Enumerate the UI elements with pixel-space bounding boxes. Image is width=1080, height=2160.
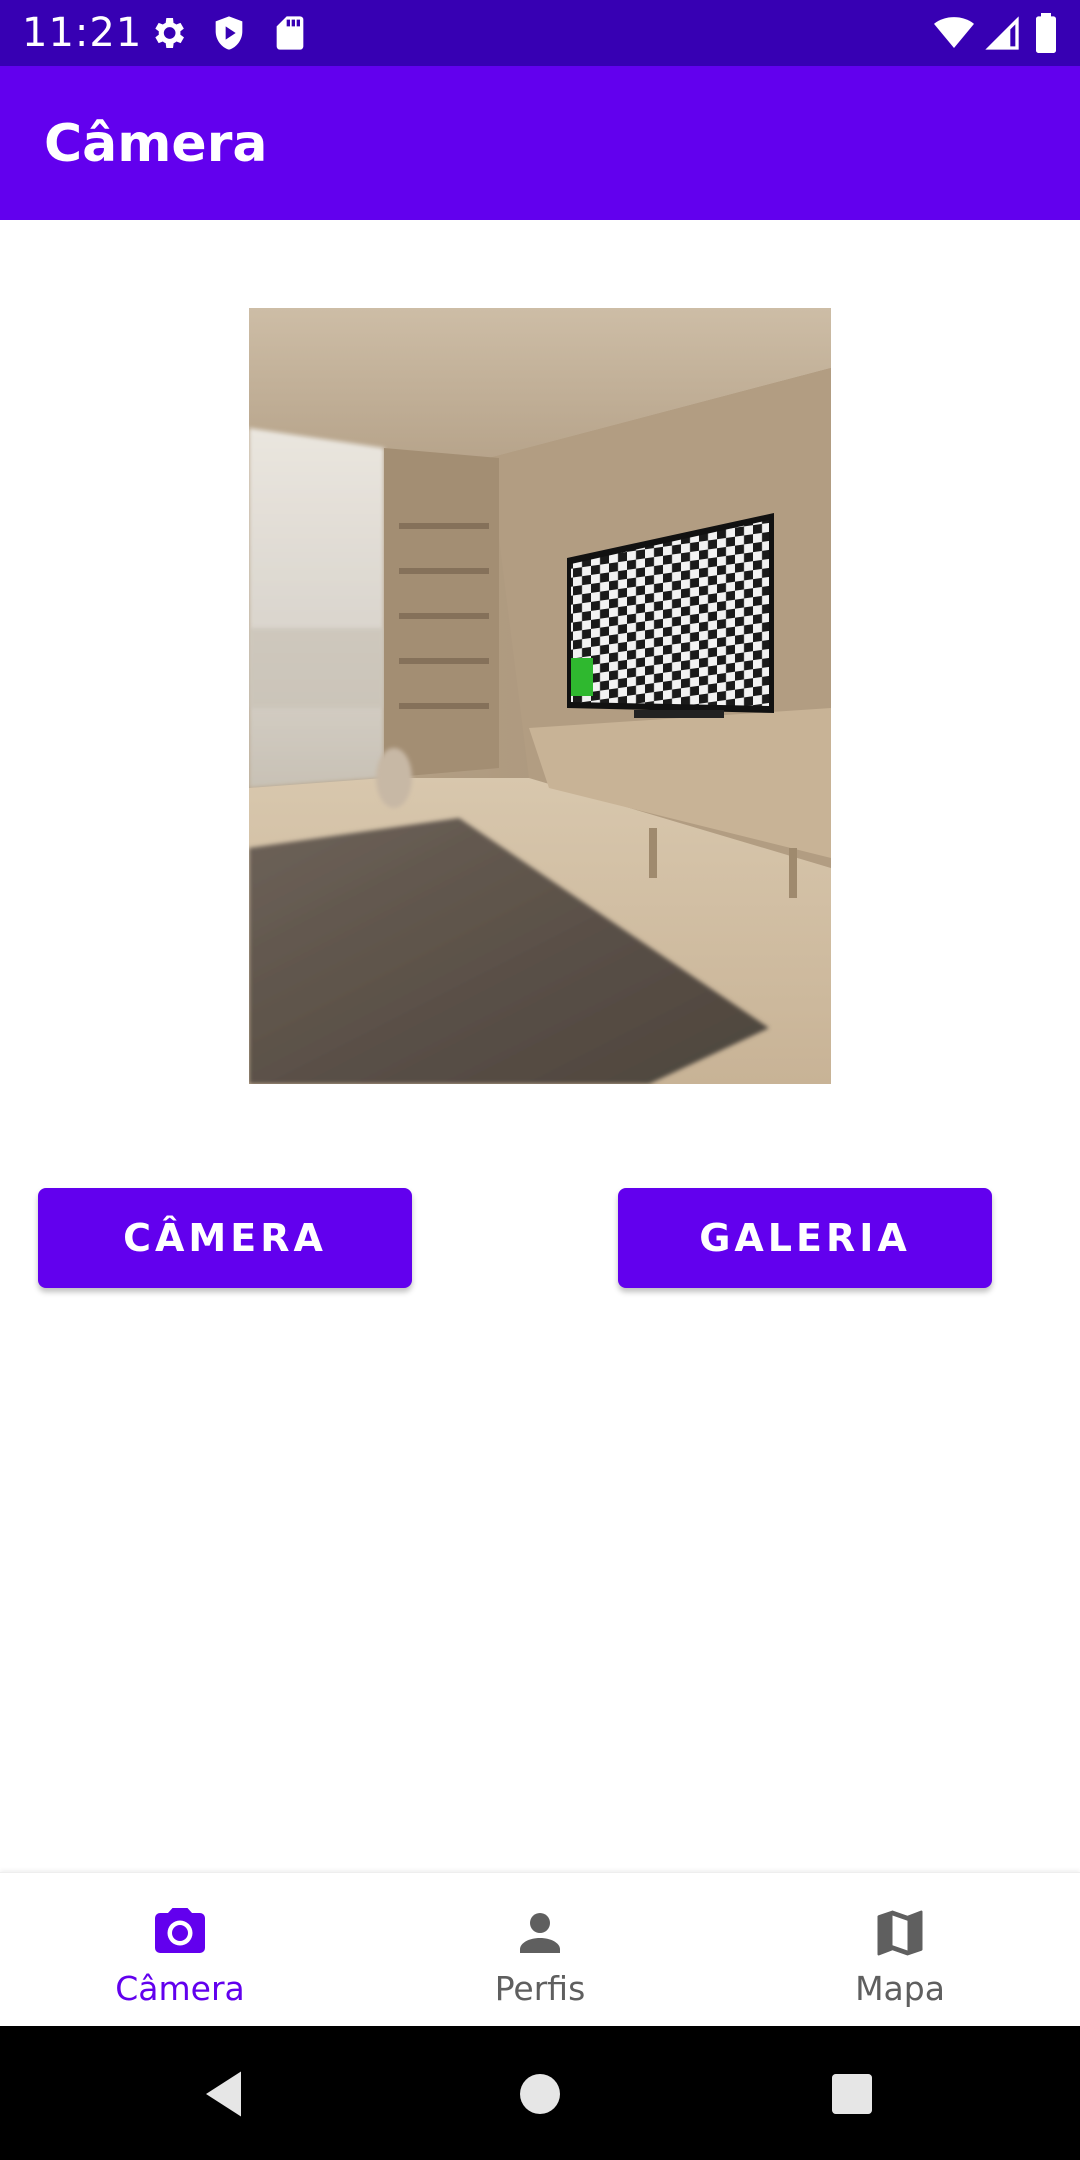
person-icon bbox=[520, 1913, 560, 1953]
shield-icon bbox=[215, 16, 243, 50]
wifi-icon bbox=[934, 17, 974, 48]
camera-icon bbox=[155, 1908, 205, 1953]
app-bar: Câmera bbox=[0, 66, 1080, 220]
gallery-button[interactable]: GALERIA bbox=[618, 1188, 992, 1288]
nav-label-camera: Câmera bbox=[115, 1969, 245, 2008]
room-photo-image bbox=[249, 308, 831, 1084]
bottom-navigation: Câmera Perfis Mapa bbox=[0, 1872, 1080, 2027]
recents-icon[interactable] bbox=[822, 2064, 882, 2124]
home-icon[interactable] bbox=[510, 2064, 570, 2124]
nav-label-map: Mapa bbox=[855, 1969, 945, 2008]
sd-card-icon bbox=[276, 16, 304, 50]
nav-item-profiles[interactable]: Perfis bbox=[360, 1873, 720, 2027]
status-time: 11:21 bbox=[22, 10, 143, 56]
battery-icon bbox=[1036, 13, 1056, 53]
back-icon[interactable] bbox=[196, 2064, 256, 2124]
system-navigation-bar bbox=[0, 2026, 1080, 2160]
status-bar: 11:21 bbox=[0, 0, 1080, 66]
camera-button[interactable]: CÂMERA bbox=[38, 1188, 412, 1288]
signal-icon bbox=[985, 16, 1019, 50]
map-icon bbox=[877, 1910, 923, 1956]
gear-icon bbox=[155, 18, 184, 48]
room-photo-illustration bbox=[249, 308, 831, 1084]
nav-item-camera[interactable]: Câmera bbox=[0, 1873, 360, 2027]
page-title: Câmera bbox=[44, 114, 268, 174]
nav-label-profiles: Perfis bbox=[494, 1969, 586, 2008]
nav-item-map[interactable]: Mapa bbox=[720, 1873, 1080, 2027]
